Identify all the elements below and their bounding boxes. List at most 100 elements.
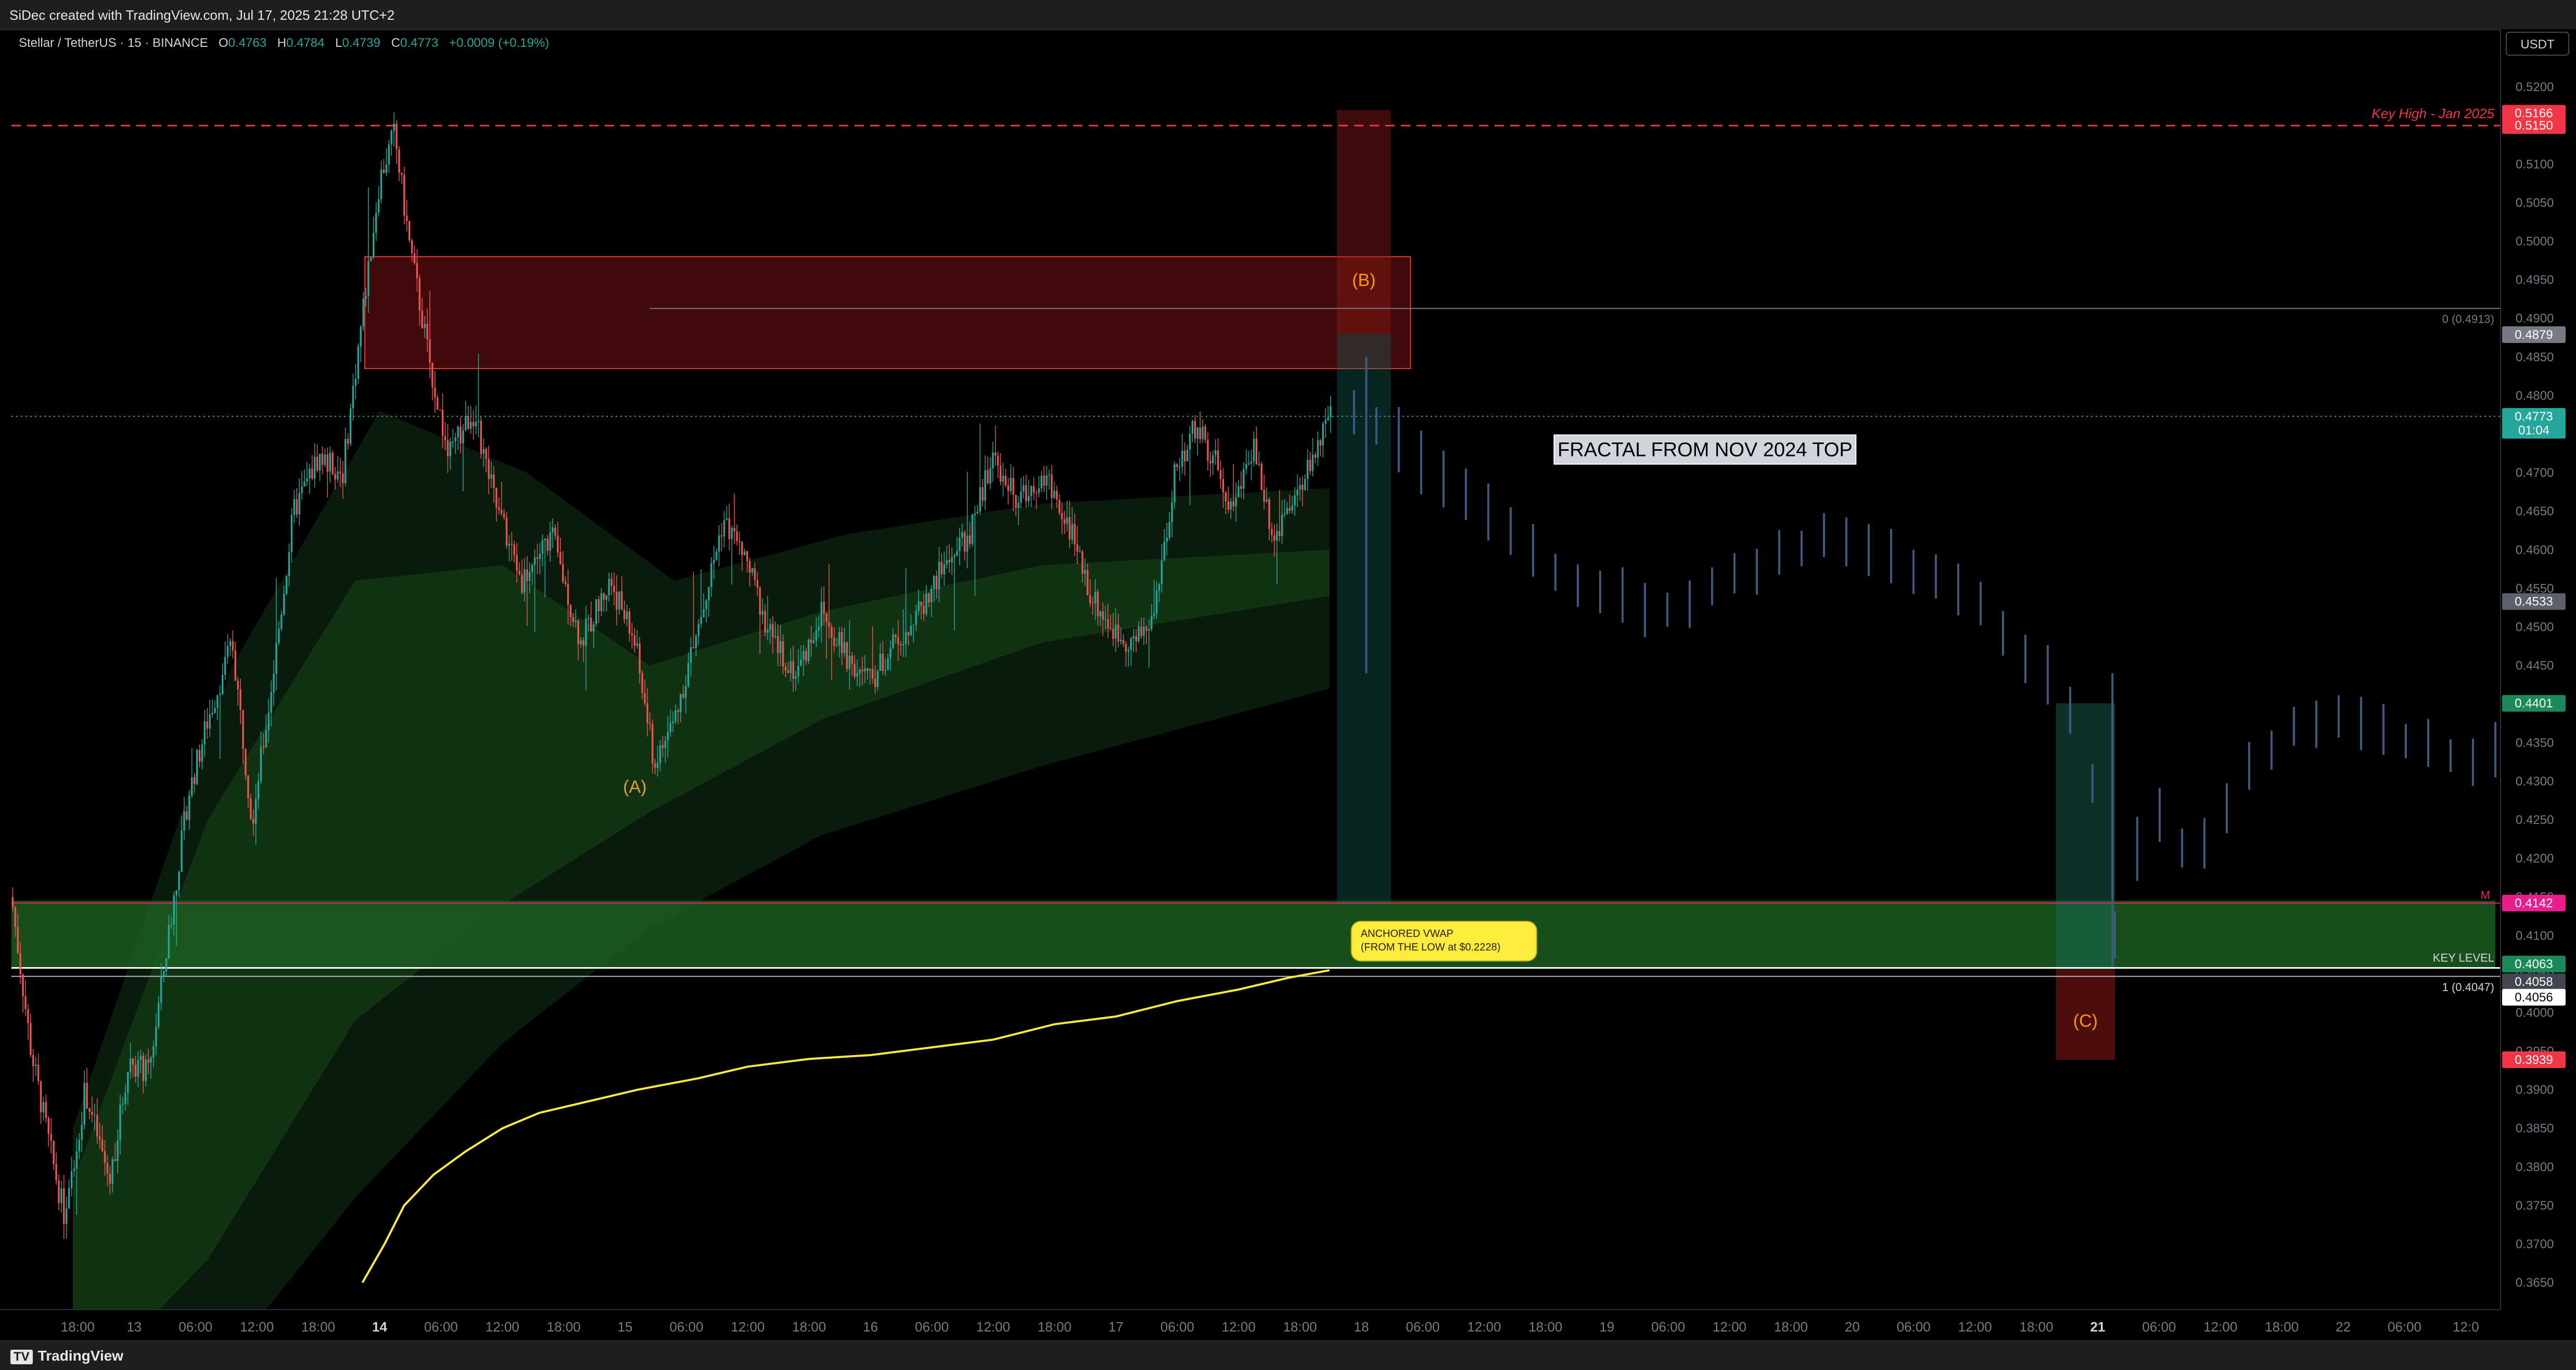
candle-body [575, 620, 577, 622]
candle-body [731, 527, 733, 539]
candle-body [447, 440, 449, 456]
currency-button[interactable]: USDT [2506, 32, 2569, 56]
candle-body [557, 535, 559, 553]
candle-body [672, 721, 674, 724]
candle-body [738, 541, 741, 542]
candle-body [498, 508, 500, 510]
candle-body [1196, 427, 1198, 439]
symbol-legend[interactable]: Stellar / TetherUS · 15 · BINANCE O0.476… [19, 36, 549, 50]
candle-body [1110, 628, 1112, 629]
candle-body [106, 1163, 109, 1174]
candle-body [1155, 590, 1158, 614]
candle-body [687, 663, 690, 686]
candle-body [124, 1093, 126, 1104]
fib-1-label: 1 (0.4047) [2442, 981, 2494, 994]
candle-body [127, 1072, 129, 1093]
support-zone [11, 900, 2495, 968]
candle-body [1035, 492, 1038, 494]
candle-body [516, 555, 518, 571]
candle-body [441, 410, 444, 436]
time-tick-label: 16 [863, 1319, 878, 1335]
candle-body [797, 666, 799, 677]
candle-body [382, 170, 385, 173]
candle-body [716, 551, 718, 560]
candle-body [413, 253, 416, 263]
candle-body [198, 750, 201, 762]
candle-body [1209, 461, 1212, 463]
price-tick-label: 0.4650 [2516, 504, 2554, 518]
candle-body [469, 422, 472, 429]
candle-body [11, 897, 14, 907]
candle-body [1281, 514, 1283, 537]
price-tick-label: 0.3800 [2516, 1160, 2554, 1174]
price-tick-label: 0.4900 [2516, 312, 2554, 326]
candle-body [347, 439, 349, 444]
price-tick-label: 0.4950 [2516, 273, 2554, 287]
candle-body [1107, 619, 1109, 628]
candle-body [641, 673, 643, 693]
candle-body [1120, 640, 1122, 642]
key-level-label: KEY LEVEL [2433, 952, 2494, 965]
candle-body [925, 593, 927, 614]
time-tick-label: 06:00 [424, 1319, 458, 1335]
candle-body [265, 730, 267, 748]
candle-body [895, 635, 897, 638]
candle-body [309, 468, 311, 478]
candle-body [897, 637, 899, 645]
candle-body [961, 532, 963, 538]
candle-body [549, 532, 551, 551]
candle-body [283, 593, 285, 615]
candle-body [710, 563, 712, 587]
candle-body [385, 164, 388, 173]
candle-body [713, 560, 715, 564]
candle-body [733, 527, 735, 531]
candle-body [656, 763, 659, 768]
candle-body [301, 486, 303, 493]
candle-body [856, 673, 858, 677]
candle-body [345, 439, 347, 484]
candle-body [150, 1058, 152, 1063]
tradingview-logo[interactable]: TV TradingView [10, 1348, 123, 1364]
candle-body [664, 741, 667, 749]
candle-body [774, 636, 776, 637]
vwap-note-line1: ANCHORED VWAP [1361, 928, 1453, 940]
candle-body [1040, 475, 1043, 488]
candle-body [825, 613, 827, 623]
candle-body [984, 470, 986, 501]
candle-body [1263, 489, 1265, 502]
candle-body [669, 723, 671, 732]
candle-body [1243, 469, 1245, 489]
candle-body [1053, 490, 1055, 498]
price-chart[interactable]: Key High - Jan 2025 0 (0.4913) KEY LEVEL 1 … [0, 29, 2576, 1340]
candle-body [956, 551, 958, 556]
candle-body [948, 560, 950, 563]
time-tick-label: 18:00 [61, 1319, 95, 1335]
time-tick-label: 12:00 [2203, 1319, 2237, 1335]
candle-body [667, 732, 669, 741]
candle-body [1061, 513, 1063, 519]
candle-body [1025, 485, 1027, 501]
candle-body [211, 713, 213, 715]
candle-body [595, 599, 597, 625]
candle-body [685, 686, 687, 698]
candle-body [1051, 474, 1053, 498]
candle-body [1076, 544, 1078, 552]
candle-body [953, 555, 955, 557]
candle-body [50, 1134, 52, 1141]
candle-body [78, 1139, 81, 1151]
candle-body [1087, 570, 1089, 595]
candle-body [55, 1164, 57, 1181]
candle-body [160, 976, 162, 1003]
trend-cloud-outer [72, 411, 1330, 1340]
candle-body [979, 487, 981, 512]
candle-body [1302, 485, 1304, 490]
candle-body [521, 574, 523, 593]
candle-body [748, 561, 751, 573]
price-axis-bg[interactable] [2501, 29, 2576, 1340]
price-tick-label: 0.3650 [2516, 1276, 2554, 1290]
candle-body [1235, 497, 1237, 507]
candle-body [216, 695, 219, 708]
candle-body [1132, 636, 1135, 639]
price-label-text: 0.4401 [2515, 696, 2553, 711]
candle-body [723, 520, 725, 537]
